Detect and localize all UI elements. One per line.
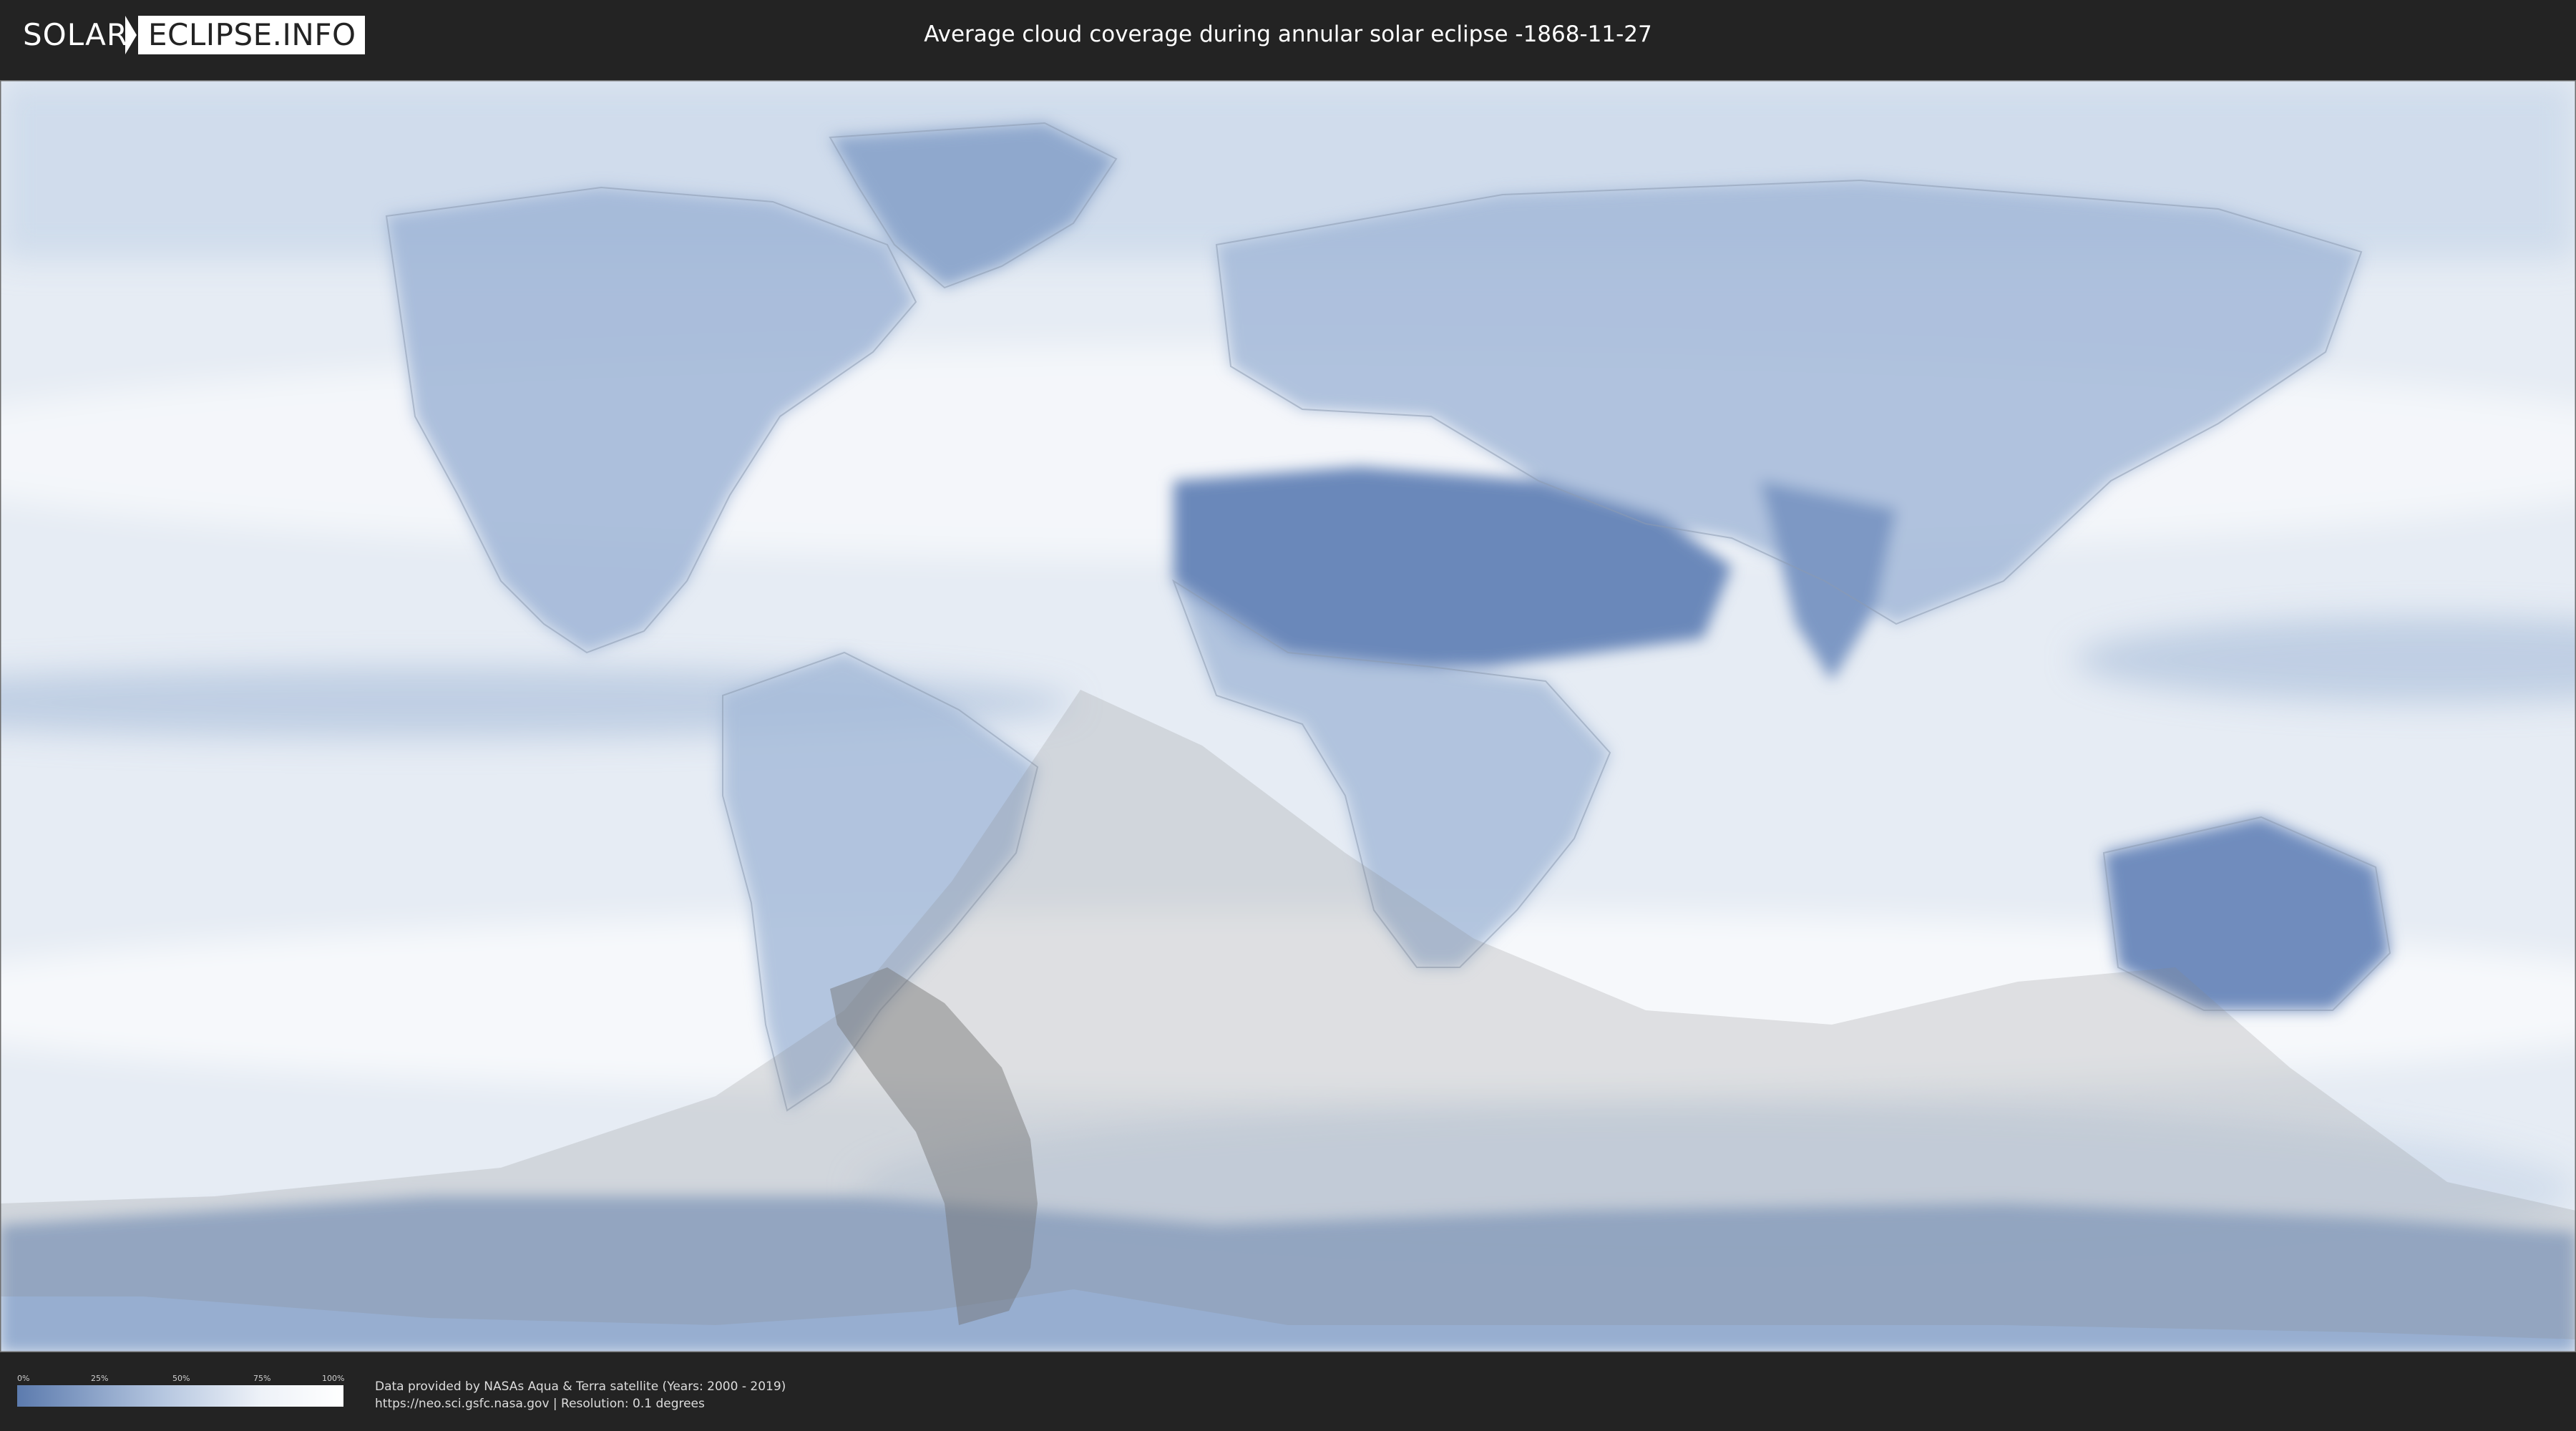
legend-tick-0: 0% bbox=[17, 1374, 30, 1383]
credits-line-url: https://neo.sci.gsfc.nasa.gov | Resoluti… bbox=[375, 1397, 705, 1411]
data-credits: Data provided by NASAs Aqua & Terra sate… bbox=[375, 1378, 786, 1412]
world-map-svg bbox=[0, 80, 2576, 1352]
header-bar: SOLAR ECLIPSE.INFO Average cloud coverag… bbox=[0, 0, 2576, 72]
legend-tick-100: 100% bbox=[322, 1374, 345, 1383]
cloud-coverage-legend: 0% 25% 50% 75% 100% bbox=[17, 1374, 345, 1407]
legend-color-bar bbox=[17, 1385, 343, 1407]
cloud-coverage-map bbox=[0, 80, 2576, 1352]
legend-tick-50: 50% bbox=[172, 1374, 190, 1383]
legend-tick-25: 25% bbox=[91, 1374, 109, 1383]
footer-bar: 0% 25% 50% 75% 100% Data provided by NAS… bbox=[0, 1352, 2576, 1431]
page-title: Average cloud coverage during annular so… bbox=[924, 21, 1652, 47]
legend-ticks: 0% 25% 50% 75% 100% bbox=[17, 1374, 345, 1385]
legend-tick-75: 75% bbox=[253, 1374, 271, 1383]
credits-line-source: Data provided by NASAs Aqua & Terra sate… bbox=[375, 1379, 786, 1394]
